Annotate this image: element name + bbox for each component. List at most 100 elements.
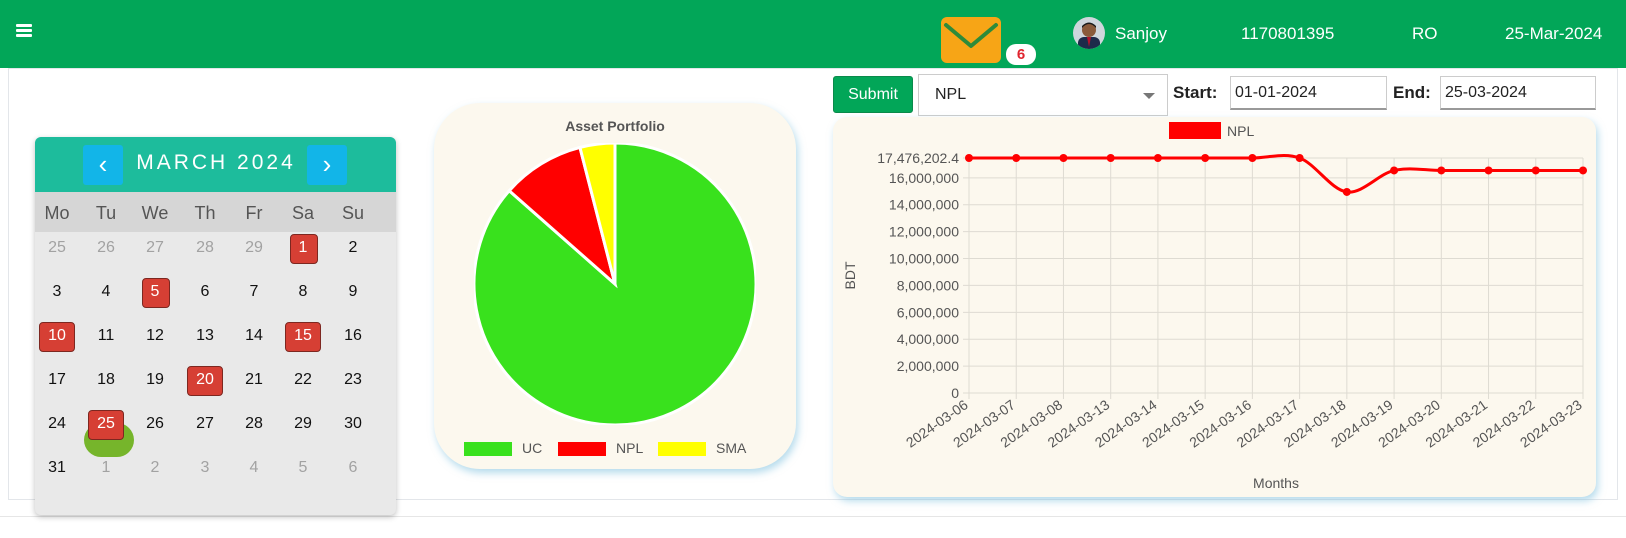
calendar-month-title: MARCH 2024 (136, 151, 296, 174)
category-select[interactable]: NPL (918, 74, 1168, 116)
submit-button[interactable]: Submit (833, 76, 913, 113)
data-point[interactable] (1531, 166, 1540, 175)
calendar-day[interactable]: 5 (135, 278, 175, 308)
data-point[interactable] (1342, 187, 1351, 196)
data-point[interactable] (1059, 154, 1068, 162)
weekday-label: Fr (245, 203, 263, 223)
calendar-day[interactable]: 1 (283, 234, 323, 264)
start-date-label: Start: (1173, 83, 1218, 102)
calendar-day[interactable]: 1 (86, 454, 126, 482)
npl-trend-card: 0 2,000,000 4,000,000 6,000,000 8,000,000 10,… (833, 117, 1596, 497)
calendar-day[interactable]: 17 (37, 366, 77, 394)
y-tick-label: 14,000,000 (889, 197, 959, 213)
calendar-day[interactable]: 20 (185, 366, 225, 396)
weekday-label: Mo (44, 203, 70, 223)
legend-swatch (464, 442, 512, 456)
start-date-input[interactable]: 01-01-2024 (1230, 76, 1387, 110)
calendar-day[interactable]: 28 (234, 410, 274, 438)
weekday-label: Sa (291, 203, 315, 223)
pie-chart (474, 143, 756, 425)
y-tick-label: 12,000,000 (889, 224, 959, 240)
data-point[interactable] (1012, 154, 1021, 162)
category-select-value: NPL (935, 86, 967, 103)
legend-swatch (658, 442, 706, 456)
data-point[interactable] (1390, 166, 1399, 175)
calendar-day[interactable]: 14 (234, 322, 274, 350)
calendar-day[interactable]: 29 (283, 410, 323, 438)
calendar-day[interactable]: 23 (333, 366, 373, 394)
avatar[interactable] (1073, 17, 1105, 49)
divider (0, 516, 1626, 517)
y-axis-title: BDT (842, 261, 858, 289)
hamburger-menu-icon[interactable] (16, 24, 32, 38)
mail-count-badge: 6 (1006, 44, 1036, 65)
data-point[interactable] (965, 154, 973, 162)
data-point[interactable] (1484, 166, 1493, 175)
line-legend-label: NPL (1227, 123, 1254, 139)
calendar-day[interactable]: 18 (86, 366, 126, 394)
calendar-prev-button[interactable]: ‹ (83, 145, 123, 185)
calendar-day[interactable]: 30 (333, 410, 373, 438)
legend-label: SMA (716, 440, 747, 456)
y-tick-label: 6,000,000 (897, 304, 959, 320)
calendar-day[interactable]: 7 (234, 278, 274, 306)
calendar-day[interactable]: 11 (86, 322, 126, 350)
calendar-day[interactable]: 13 (185, 322, 225, 350)
legend-label: UC (522, 440, 543, 456)
calendar-day[interactable]: 24 (37, 410, 77, 438)
calendar-day[interactable]: 2 (333, 234, 373, 262)
data-point[interactable] (1579, 166, 1587, 175)
calendar-day[interactable]: 9 (333, 278, 373, 306)
calendar-day[interactable]: 16 (333, 322, 373, 350)
data-point[interactable] (1295, 154, 1304, 162)
calendar-day[interactable]: 5 (283, 454, 323, 482)
calendar-day[interactable]: 10 (37, 322, 77, 352)
weekday-label: Su (341, 203, 365, 223)
end-date-input[interactable]: 25-03-2024 (1440, 76, 1596, 110)
calendar-day[interactable]: 25 (37, 234, 77, 262)
envelope-icon[interactable] (940, 16, 1002, 64)
calendar-day[interactable]: 21 (234, 366, 274, 394)
calendar-day[interactable]: 26 (86, 234, 126, 262)
data-point[interactable] (1106, 154, 1115, 162)
calendar-day[interactable]: 3 (185, 454, 225, 482)
calendar-day[interactable]: 22 (283, 366, 323, 394)
calendar-day[interactable]: 4 (86, 278, 126, 306)
calendar-day[interactable]: 31 (37, 454, 77, 482)
data-point[interactable] (1153, 154, 1162, 162)
data-point[interactable] (1248, 154, 1257, 162)
npl-line-chart: 02,000,0004,000,0006,000,0008,000,00010,… (842, 122, 1587, 491)
line-legend-swatch (1169, 122, 1221, 139)
calendar-day[interactable]: 25 (86, 410, 126, 440)
header-date: 25-Mar-2024 (1505, 24, 1603, 43)
calendar-day[interactable]: 19 (135, 366, 175, 394)
calendar-day[interactable]: 12 (135, 322, 175, 350)
calendar-day[interactable]: 2 (135, 454, 175, 482)
calendar-day[interactable]: 15 (283, 322, 323, 352)
calendar-day[interactable]: 29 (234, 234, 274, 262)
calendar-day[interactable]: 4 (234, 454, 274, 482)
weekday-label: We (141, 203, 169, 223)
weekday-label: Th (194, 203, 216, 223)
user-id: 1170801395 (1241, 24, 1335, 43)
y-tick-label: 10,000,000 (889, 251, 959, 267)
calendar-next-button[interactable]: › (307, 145, 347, 185)
end-date-label: End: (1393, 83, 1431, 102)
calendar-day[interactable]: 6 (185, 278, 225, 306)
calendar-day[interactable]: 8 (283, 278, 323, 306)
calendar-day[interactable]: 3 (37, 278, 77, 306)
legend-swatch (558, 442, 606, 456)
weekday-label: Tu (95, 203, 117, 223)
calendar-day[interactable]: 26 (135, 410, 175, 438)
data-point[interactable] (1437, 166, 1446, 175)
top-navbar: 6 Sanjoy 1170801395 RO 25-Mar-2024 (0, 0, 1626, 68)
calendar-day[interactable]: 27 (135, 234, 175, 262)
y-tick-label: 2,000,000 (897, 358, 959, 374)
legend-label: NPL (616, 440, 644, 456)
y-tick-label: 4,000,000 (897, 331, 959, 347)
calendar-day[interactable]: 27 (185, 410, 225, 438)
calendar-day[interactable]: 6 (333, 454, 373, 482)
data-point[interactable] (1201, 154, 1210, 162)
calendar-day[interactable]: 28 (185, 234, 225, 262)
asset-portfolio-card: Asset Portfolio UC NPL SMA (434, 103, 796, 469)
